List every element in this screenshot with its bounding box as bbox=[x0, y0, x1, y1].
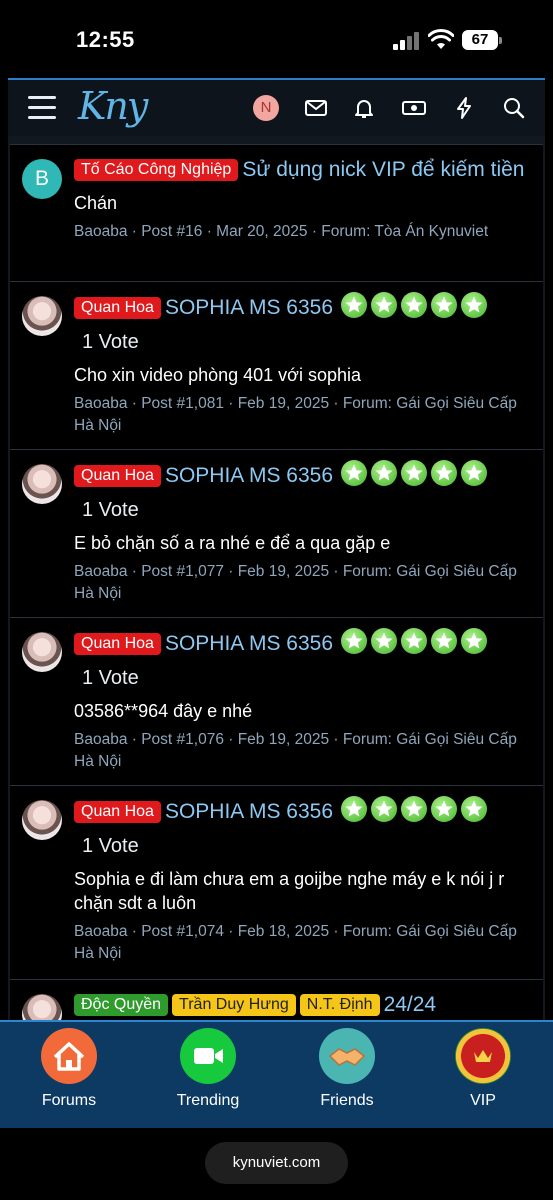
star-icon bbox=[430, 796, 457, 822]
rating-stars bbox=[340, 796, 491, 831]
avatar[interactable] bbox=[22, 464, 62, 504]
star-icon bbox=[340, 796, 367, 822]
status-time: 12:55 bbox=[76, 27, 135, 52]
result-snippet: Chán bbox=[74, 193, 118, 213]
home-icon bbox=[41, 1028, 97, 1084]
top-navigation-bar: Kny N bbox=[8, 78, 545, 136]
star-icon bbox=[340, 292, 367, 318]
prefix-badge: Quan Hoa bbox=[74, 801, 161, 823]
avatar[interactable] bbox=[22, 800, 62, 840]
nav-forums[interactable]: Forums bbox=[14, 1028, 124, 1110]
result-item[interactable]: Quan Hoa SOPHIA MS 6356 1 Vote E bỏ chặn … bbox=[10, 449, 543, 617]
result-meta: Baoaba · Post #1,074 · Feb 18, 2025 · Fo… bbox=[74, 923, 517, 962]
rating-stars bbox=[340, 628, 491, 663]
nav-label: Trending bbox=[176, 1092, 240, 1109]
rating-stars bbox=[340, 292, 491, 327]
result-meta: Baoaba · Post #1,081 · Feb 19, 2025 · Fo… bbox=[74, 395, 517, 434]
bell-icon[interactable] bbox=[352, 96, 376, 120]
vote-count: 1 Vote bbox=[82, 331, 139, 353]
star-icon bbox=[400, 796, 427, 822]
result-meta: Baoaba · Post #1,077 · Feb 19, 2025 · Fo… bbox=[74, 563, 517, 602]
avatar[interactable]: B bbox=[22, 159, 62, 199]
star-icon bbox=[340, 460, 367, 486]
prefix-badge: Độc Quyền bbox=[74, 994, 169, 1016]
search-icon[interactable] bbox=[502, 96, 526, 120]
result-title[interactable]: SOPHIA MS 6356 bbox=[165, 800, 333, 823]
star-icon bbox=[370, 628, 397, 654]
star-icon bbox=[370, 460, 397, 486]
search-results-list: B Tố Cáo Công Nghiệp Sử dụng nick VIP để … bbox=[8, 136, 545, 1128]
avatar[interactable] bbox=[22, 632, 62, 672]
star-icon bbox=[430, 628, 457, 654]
result-title[interactable]: SOPHIA MS 6356 bbox=[165, 632, 333, 655]
result-title-line: Tố Cáo Công Nghiệp Sử dụng nick VIP để ki… bbox=[74, 155, 536, 185]
star-icon bbox=[460, 796, 487, 822]
result-title[interactable]: Sử dụng nick VIP để kiếm tiền bbox=[242, 158, 524, 181]
bottom-navigation: Forums Trending Friends VIP bbox=[0, 1020, 553, 1128]
status-bar: 12:55 67 bbox=[0, 0, 553, 78]
result-snippet: Sophia e đi làm chưa em a goijbe nghe má… bbox=[74, 869, 505, 913]
result-title[interactable]: SOPHIA MS 6356 bbox=[165, 464, 333, 487]
prefix-badge: Quan Hoa bbox=[74, 465, 161, 487]
avatar[interactable] bbox=[22, 296, 62, 336]
result-item[interactable]: Quan Hoa SOPHIA MS 6356 1 Vote Cho xin vi… bbox=[10, 281, 543, 449]
nav-friends[interactable]: Friends bbox=[292, 1028, 402, 1110]
url-bar[interactable]: kynuviet.com bbox=[205, 1142, 348, 1184]
vote-count: 1 Vote bbox=[82, 499, 139, 521]
result-title-line: Quan Hoa SOPHIA MS 6356 1 Vote bbox=[74, 628, 536, 693]
prefix-badge: Trần Duy Hưng bbox=[172, 994, 296, 1016]
star-icon bbox=[460, 460, 487, 486]
vote-count: 1 Vote bbox=[82, 667, 139, 689]
star-icon bbox=[430, 460, 457, 486]
vote-count: 1 Vote bbox=[82, 835, 139, 857]
nav-vip[interactable]: VIP bbox=[428, 1028, 538, 1110]
result-snippet: E bỏ chặn số a ra nhé e để a qua gặp e bbox=[74, 533, 391, 553]
star-icon bbox=[460, 628, 487, 654]
star-icon bbox=[400, 628, 427, 654]
result-meta: Baoaba · Post #16 · Mar 20, 2025 · Forum… bbox=[74, 223, 489, 240]
result-item[interactable]: Quan Hoa SOPHIA MS 6356 1 Vote 03586**964… bbox=[10, 617, 543, 785]
result-item[interactable]: B Tố Cáo Công Nghiệp Sử dụng nick VIP để … bbox=[10, 144, 543, 281]
handshake-icon bbox=[319, 1028, 375, 1084]
lightning-icon[interactable] bbox=[452, 96, 476, 120]
result-snippet: 03586**964 đây e nhé bbox=[74, 701, 253, 721]
result-title[interactable]: 24/24 bbox=[384, 993, 437, 1016]
nav-label: VIP bbox=[470, 1092, 496, 1109]
nav-label: Forums bbox=[41, 1092, 97, 1109]
result-title[interactable]: SOPHIA MS 6356 bbox=[165, 296, 333, 319]
menu-icon[interactable] bbox=[28, 96, 56, 120]
nav-trending[interactable]: Trending bbox=[153, 1028, 263, 1110]
prefix-badge: Quan Hoa bbox=[74, 297, 161, 319]
prefix-badge: Quan Hoa bbox=[74, 633, 161, 655]
result-title-line: Độc Quyền Trần Duy Hưng N.T. Định 24/24 bbox=[74, 990, 536, 1020]
wallet-icon[interactable] bbox=[402, 96, 426, 120]
cellular-signal-icon bbox=[393, 32, 419, 50]
result-title-line: Quan Hoa SOPHIA MS 6356 1 Vote bbox=[74, 796, 536, 861]
star-icon bbox=[340, 628, 367, 654]
star-icon bbox=[370, 292, 397, 318]
result-snippet: Cho xin video phòng 401 với sophia bbox=[74, 365, 361, 385]
star-icon bbox=[460, 292, 487, 318]
vip-emblem-icon bbox=[455, 1028, 511, 1084]
star-icon bbox=[400, 460, 427, 486]
prefix-badge: N.T. Định bbox=[299, 994, 380, 1016]
site-logo[interactable]: Kny bbox=[78, 84, 148, 128]
result-title-line: Quan Hoa SOPHIA MS 6356 1 Vote bbox=[74, 460, 536, 525]
user-avatar[interactable]: N bbox=[253, 95, 279, 121]
prefix-badge: Tố Cáo Công Nghiệp bbox=[74, 159, 239, 181]
result-meta: Baoaba · Post #1,076 · Feb 19, 2025 · Fo… bbox=[74, 731, 517, 770]
star-icon bbox=[370, 796, 397, 822]
nav-label: Friends bbox=[320, 1092, 374, 1109]
rating-stars bbox=[340, 460, 491, 495]
result-title-line: Quan Hoa SOPHIA MS 6356 1 Vote bbox=[74, 292, 536, 357]
battery-tip bbox=[499, 37, 502, 44]
result-item[interactable]: Quan Hoa SOPHIA MS 6356 1 Vote Sophia e đ… bbox=[10, 785, 543, 979]
wifi-icon bbox=[428, 29, 454, 49]
star-icon bbox=[430, 292, 457, 318]
battery-indicator: 67 bbox=[462, 30, 498, 50]
mail-icon[interactable] bbox=[304, 96, 328, 120]
video-camera-icon bbox=[180, 1028, 236, 1084]
star-icon bbox=[400, 292, 427, 318]
